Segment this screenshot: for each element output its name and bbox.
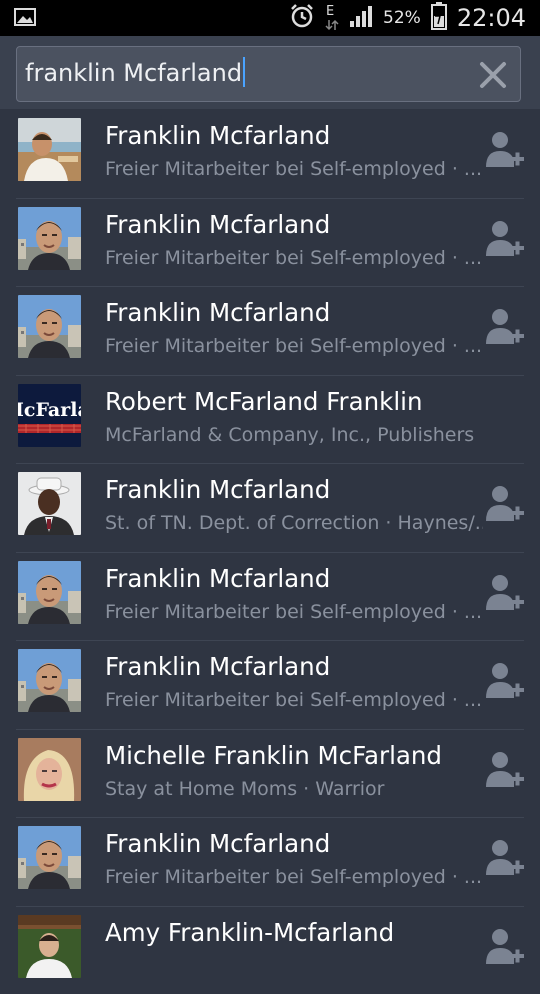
search-result-row[interactable]: IcFarla Robert McFarland Franklin McFarla… xyxy=(0,375,540,464)
result-name[interactable]: Franklin Mcfarland xyxy=(105,298,330,327)
result-subtitle: Stay at Home Moms · Warrior xyxy=(105,778,483,800)
add-friend-button[interactable] xyxy=(484,483,526,525)
result-name[interactable]: Franklin Mcfarland xyxy=(105,121,330,150)
result-subtitle: Freier Mitarbeiter bei Self-employed · .… xyxy=(105,158,483,180)
avatar[interactable] xyxy=(18,207,81,270)
add-friend-button[interactable] xyxy=(484,837,526,879)
result-subtitle: St. of TN. Dept. of Correction · Haynes/… xyxy=(105,512,483,534)
avatar[interactable] xyxy=(18,472,81,535)
add-friend-icon xyxy=(484,660,526,702)
avatar[interactable] xyxy=(18,561,81,624)
add-friend-button[interactable] xyxy=(484,129,526,171)
add-friend-button[interactable] xyxy=(484,926,526,968)
search-result-row[interactable]: Franklin Mcfarland St. of TN. Dept. of Co… xyxy=(0,463,540,552)
avatar[interactable] xyxy=(18,118,81,181)
clear-search-button[interactable] xyxy=(478,60,508,90)
avatar[interactable] xyxy=(18,826,81,889)
result-subtitle: Freier Mitarbeiter bei Self-employed · .… xyxy=(105,247,483,269)
add-friend-button[interactable] xyxy=(484,749,526,791)
add-friend-icon xyxy=(484,218,526,260)
result-subtitle: McFarland & Company, Inc., Publishers xyxy=(105,424,525,446)
result-subtitle: Freier Mitarbeiter bei Self-employed · .… xyxy=(105,866,483,888)
result-name[interactable]: Franklin Mcfarland xyxy=(105,564,330,593)
signal-icon xyxy=(349,5,373,31)
add-friend-button[interactable] xyxy=(484,572,526,614)
alarm-icon xyxy=(289,3,315,33)
search-result-row[interactable]: Franklin Mcfarland Freier Mitarbeiter bei… xyxy=(0,640,540,729)
search-result-row[interactable]: Franklin Mcfarland Freier Mitarbeiter bei… xyxy=(0,198,540,287)
result-name[interactable]: Franklin Mcfarland xyxy=(105,475,330,504)
close-icon xyxy=(478,60,508,90)
avatar[interactable] xyxy=(18,649,81,712)
gallery-notification-icon xyxy=(14,8,36,26)
battery-icon xyxy=(431,2,447,34)
search-result-row[interactable]: Franklin Mcfarland Freier Mitarbeiter bei… xyxy=(0,109,540,198)
search-result-row[interactable]: Franklin Mcfarland Freier Mitarbeiter bei… xyxy=(0,817,540,906)
search-query: franklin Mcfarland xyxy=(25,59,242,87)
search-result-row[interactable]: Amy Franklin-Mcfarland xyxy=(0,906,540,994)
add-friend-icon xyxy=(484,572,526,614)
text-cursor xyxy=(243,57,245,87)
add-friend-icon xyxy=(484,306,526,348)
battery-percent: 52% xyxy=(383,8,421,28)
add-friend-button[interactable] xyxy=(484,218,526,260)
add-friend-button[interactable] xyxy=(484,306,526,348)
add-friend-button[interactable] xyxy=(484,660,526,702)
status-bar: E 52% 22:04 xyxy=(0,0,540,36)
add-friend-icon xyxy=(484,749,526,791)
svg-text:IcFarla: IcFarla xyxy=(18,399,81,421)
search-result-row[interactable]: Michelle Franklin McFarland Stay at Home … xyxy=(0,729,540,818)
result-name[interactable]: Franklin Mcfarland xyxy=(105,210,330,239)
result-name[interactable]: Franklin Mcfarland xyxy=(105,829,330,858)
search-result-row[interactable]: Franklin Mcfarland Freier Mitarbeiter bei… xyxy=(0,286,540,375)
add-friend-icon xyxy=(484,129,526,171)
search-results-list: Franklin Mcfarland Freier Mitarbeiter bei… xyxy=(0,109,540,994)
result-subtitle: Freier Mitarbeiter bei Self-employed · .… xyxy=(105,601,483,623)
result-subtitle: Freier Mitarbeiter bei Self-employed · .… xyxy=(105,335,483,357)
add-friend-icon xyxy=(484,926,526,968)
result-name[interactable]: Amy Franklin-Mcfarland xyxy=(105,918,394,947)
result-name[interactable]: Michelle Franklin McFarland xyxy=(105,741,442,770)
search-result-row[interactable]: Franklin Mcfarland Freier Mitarbeiter bei… xyxy=(0,552,540,641)
result-name[interactable]: Franklin Mcfarland xyxy=(105,652,330,681)
avatar[interactable] xyxy=(18,295,81,358)
clock: 22:04 xyxy=(457,4,526,32)
result-subtitle: Freier Mitarbeiter bei Self-employed · .… xyxy=(105,689,483,711)
add-friend-icon xyxy=(484,483,526,525)
avatar[interactable] xyxy=(18,915,81,978)
result-name[interactable]: Robert McFarland Franklin xyxy=(105,387,422,416)
avatar[interactable] xyxy=(18,738,81,801)
mobile-data-icon: E xyxy=(325,4,339,32)
search-header: franklin Mcfarland xyxy=(0,36,540,109)
network-type-label: E xyxy=(326,4,334,19)
search-input[interactable]: franklin Mcfarland xyxy=(16,46,521,102)
add-friend-icon xyxy=(484,837,526,879)
avatar[interactable]: IcFarla xyxy=(18,384,81,447)
